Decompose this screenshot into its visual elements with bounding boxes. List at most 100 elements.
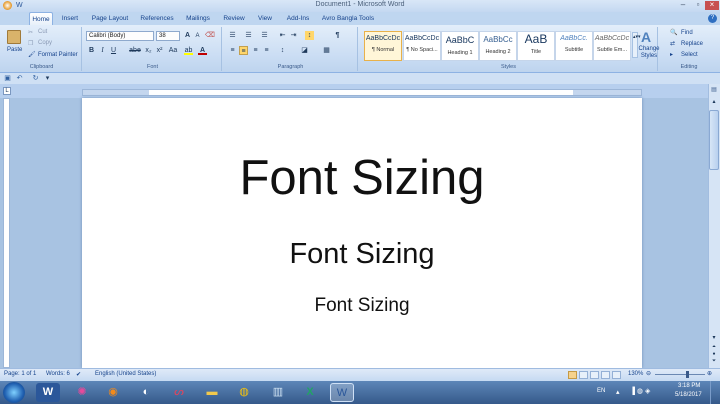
web-layout-icon[interactable] [590, 371, 599, 379]
bold-button[interactable]: B [87, 46, 96, 55]
firefox-taskbar-icon[interactable]: ◉ [101, 383, 125, 402]
paste-button[interactable]: Paste [7, 47, 22, 53]
show-desktop-button[interactable] [710, 381, 720, 404]
notes-taskbar-icon[interactable]: ▥ [266, 383, 290, 402]
view-ruler-icon[interactable]: ▤ [710, 86, 718, 94]
tab-view[interactable]: View [253, 12, 277, 25]
help-icon[interactable]: ? [708, 14, 717, 23]
close-icon[interactable]: × [705, 1, 719, 10]
start-button[interactable] [3, 382, 25, 403]
undo-icon[interactable]: ↶ [15, 74, 24, 83]
print-layout-icon[interactable] [568, 371, 577, 379]
replace-button[interactable]: Replace [681, 41, 703, 47]
maximize-icon[interactable]: ▫ [691, 1, 705, 10]
style-heading-2[interactable]: AaBbCc Heading 2 [479, 31, 517, 61]
copy-button[interactable]: Copy [38, 40, 52, 46]
media-taskbar-icon[interactable]: ✺ [70, 383, 94, 402]
font-name-select[interactable]: Calibri (Body) [86, 31, 154, 41]
strikethrough-button[interactable]: abe [128, 46, 142, 55]
zoom-level[interactable]: 130% [628, 371, 643, 377]
document-line-medium[interactable]: Font Sizing [82, 236, 642, 272]
justify-icon[interactable]: ≡ [262, 46, 271, 55]
redo-icon[interactable]: ↻ [31, 74, 40, 83]
select-browse-object-icon[interactable]: ● [710, 351, 718, 357]
change-styles-button[interactable]: Change Styles [638, 46, 660, 60]
grow-font-button[interactable]: A [183, 31, 192, 40]
word-count[interactable]: Words: 6 [46, 371, 70, 377]
horizontal-ruler[interactable] [82, 89, 642, 96]
full-screen-reading-icon[interactable] [579, 371, 588, 379]
zoom-out-icon[interactable]: ⊖ [646, 370, 651, 377]
multilevel-list-icon[interactable]: ☰ [260, 31, 269, 40]
clock-time[interactable]: 3:18 PM [678, 383, 700, 389]
tab-references[interactable]: References [137, 12, 177, 25]
tray-show-hidden-icon[interactable]: ▴ [616, 388, 620, 396]
align-center-icon[interactable]: ≡ [239, 46, 248, 55]
document-page[interactable]: Font Sizing Font Sizing Font Sizing [82, 98, 642, 368]
save-icon[interactable]: ▣ [3, 74, 12, 83]
explorer-taskbar-icon[interactable]: ▬ [200, 383, 224, 402]
customize-qat-icon[interactable]: ▾ [43, 74, 52, 83]
app-taskbar-icon[interactable]: ᔕ [167, 383, 191, 402]
zoom-slider-thumb[interactable] [686, 371, 689, 378]
previous-page-icon[interactable]: ⏶ [710, 344, 718, 350]
style-subtle-emphasis[interactable]: AaBbCcDc Subtle Em... [593, 31, 631, 61]
media-player-taskbar-icon[interactable]: ◐ [134, 383, 158, 402]
tray-icons[interactable]: ▐ ◍ ◈ [630, 387, 650, 395]
proofing-icon[interactable]: ✔ [76, 371, 81, 378]
increase-indent-icon[interactable]: ⇥ [289, 31, 298, 40]
subscript-button[interactable]: x₂ [144, 46, 153, 55]
highlight-icon[interactable]: ab [184, 46, 193, 55]
next-page-icon[interactable]: ⏷ [710, 358, 718, 364]
tab-add-ins[interactable]: Add-Ins [282, 12, 314, 25]
minimize-icon[interactable]: – [676, 1, 690, 10]
paste-icon[interactable] [7, 30, 21, 44]
page-count[interactable]: Page: 1 of 1 [4, 371, 36, 377]
style-no-spacing[interactable]: AaBbCcDc ¶ No Spaci... [403, 31, 441, 61]
outline-icon[interactable] [601, 371, 610, 379]
shading-icon[interactable]: ◪ [300, 46, 309, 55]
format-painter-button[interactable]: Format Painter [38, 52, 78, 58]
tab-review[interactable]: Review [219, 12, 249, 25]
draft-icon[interactable] [612, 371, 621, 379]
scroll-up-icon[interactable]: ▴ [710, 98, 718, 106]
tab-selector-icon[interactable]: L [3, 87, 11, 95]
font-color-icon[interactable]: A [198, 46, 207, 55]
align-right-icon[interactable]: ≡ [251, 46, 260, 55]
align-left-icon[interactable]: ≡ [228, 46, 237, 55]
sort-icon[interactable]: ↕ [305, 31, 314, 40]
zoom-in-icon[interactable]: ⊕ [707, 370, 712, 377]
input-language[interactable]: EN [597, 388, 605, 394]
chrome-taskbar-icon[interactable]: ◍ [232, 383, 256, 402]
tab-insert[interactable]: Insert [57, 12, 83, 25]
style-title[interactable]: AaB Title [517, 31, 555, 61]
tab-mailings[interactable]: Mailings [182, 12, 214, 25]
clear-formatting-icon[interactable]: ⌫ [205, 31, 215, 40]
word-active-taskbar-icon[interactable]: W [330, 383, 354, 402]
tab-home[interactable]: Home [29, 12, 53, 25]
superscript-button[interactable]: x² [155, 46, 164, 55]
language-status[interactable]: English (United States) [95, 371, 156, 377]
scroll-thumb[interactable] [709, 110, 719, 170]
font-size-select[interactable]: 38 [156, 31, 180, 41]
shrink-font-button[interactable]: A [193, 32, 202, 41]
tab-avro-bangla-tools[interactable]: Avro Bangla Tools [318, 12, 378, 25]
style-normal[interactable]: AaBbCcDc ¶ Normal [364, 31, 402, 61]
cut-button[interactable]: Cut [38, 29, 47, 35]
decrease-indent-icon[interactable]: ⇤ [278, 31, 287, 40]
zoom-slider[interactable] [655, 374, 705, 375]
vertical-ruler[interactable] [3, 98, 10, 368]
numbering-icon[interactable]: ☰ [244, 31, 253, 40]
change-styles-icon[interactable]: A [641, 29, 651, 45]
find-button[interactable]: Find [681, 30, 693, 36]
show-formatting-button[interactable]: ¶ [333, 31, 342, 40]
underline-button[interactable]: U [109, 46, 118, 55]
style-subtitle[interactable]: AaBbCc. Subtitle [555, 31, 593, 61]
select-button[interactable]: Select [681, 52, 698, 58]
italic-button[interactable]: I [98, 46, 107, 55]
bullets-icon[interactable]: ☰ [228, 31, 237, 40]
scroll-down-icon[interactable]: ▾ [710, 334, 718, 342]
line-spacing-icon[interactable]: ↕ [278, 46, 287, 55]
clock-date[interactable]: 5/18/2017 [675, 392, 702, 398]
tab-page-layout[interactable]: Page Layout [88, 12, 132, 25]
